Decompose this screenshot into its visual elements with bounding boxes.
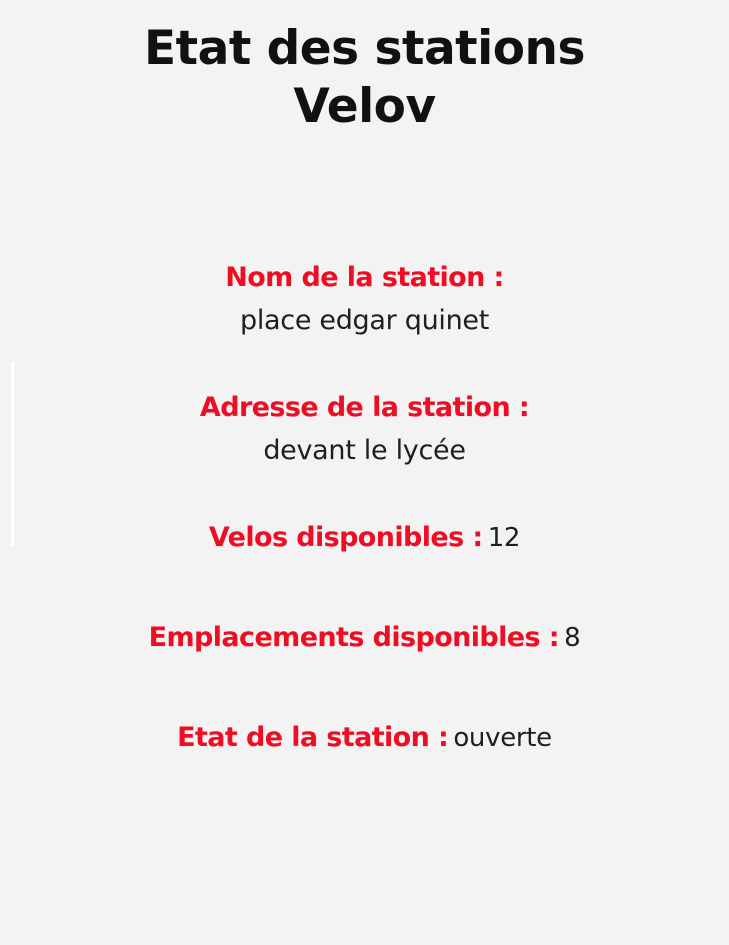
station-name-field: Nom de la station : place edgar quinet [0,258,729,388]
available-slots-label: Emplacements disponibles : [148,622,560,653]
available-slots-value: 8 [564,623,581,653]
station-status-field: Etat de la station : ouverte [0,718,729,758]
station-address-field: Adresse de la station : devant le lycée [0,388,729,518]
page-title: Etat des stations Velov [0,0,729,136]
station-address-value: devant le lycée [263,435,466,466]
station-info: Nom de la station : place edgar quinet A… [0,258,729,758]
page-title-line-2: Velov [293,79,436,134]
available-slots-field: Emplacements disponibles : 8 [0,618,729,718]
available-bikes-value: 12 [487,523,521,553]
available-bikes-field: Velos disponibles : 12 [0,518,729,618]
page-title-line-1: Etat des stations [144,21,585,76]
station-name-value: place edgar quinet [239,305,489,336]
station-status-label: Etat de la station : [177,722,449,753]
station-address-label: Adresse de la station : [199,392,530,423]
available-bikes-label: Velos disponibles : [208,522,483,553]
station-status-value: ouverte [453,723,552,753]
page: Etat des stations Velov Nom de la statio… [0,0,729,945]
station-name-label: Nom de la station : [225,262,504,293]
